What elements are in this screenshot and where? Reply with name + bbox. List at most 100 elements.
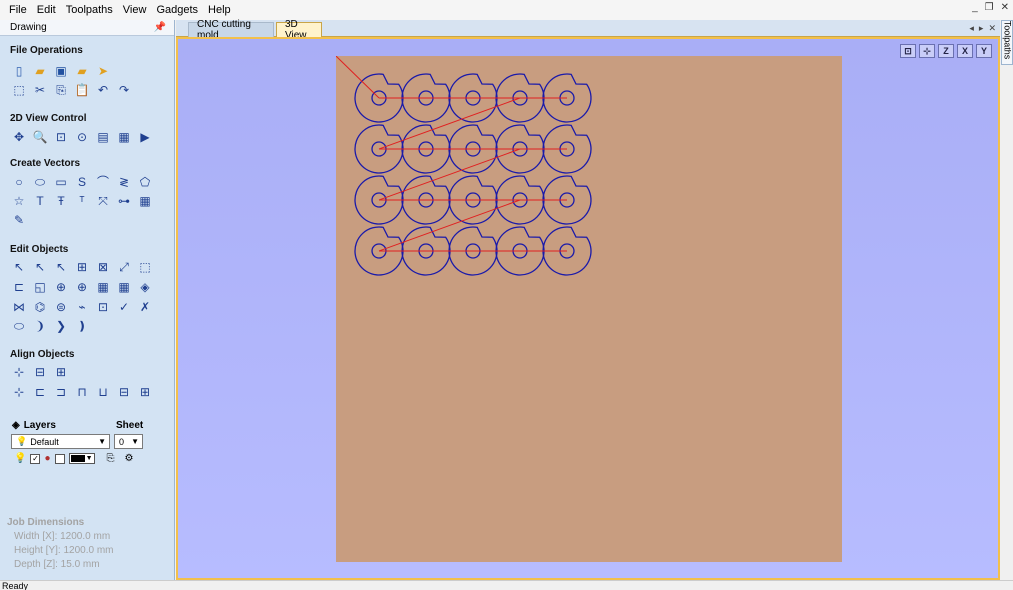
align-center-icon[interactable]: ⊹ <box>10 363 28 381</box>
zoom-window-icon[interactable]: ▤ <box>94 128 112 146</box>
layer-color-select[interactable]: ▼ <box>68 453 95 464</box>
offset-icon[interactable]: ⋈ <box>10 298 28 316</box>
curve-icon[interactable]: ≷ <box>115 173 133 191</box>
dimension-icon[interactable]: ⊶ <box>115 192 133 210</box>
align-left-icon[interactable]: ⊏ <box>31 383 49 401</box>
align-horizontal-icon[interactable]: ⊟ <box>31 363 49 381</box>
minimize-icon[interactable]: _ <box>972 2 978 13</box>
pan-icon[interactable]: ✥ <box>10 128 28 146</box>
menu-help[interactable]: Help <box>203 0 236 20</box>
menu-gadgets[interactable]: Gadgets <box>151 0 203 20</box>
close-vector-icon[interactable]: ❩ <box>31 317 49 335</box>
measure-icon[interactable]: ⊞ <box>73 258 91 276</box>
flip-icon[interactable]: ⊕ <box>73 278 91 296</box>
align-right-icon[interactable]: ⊐ <box>52 383 70 401</box>
boundary-icon[interactable]: ⬭ <box>10 317 28 335</box>
align-top-icon[interactable]: ⊓ <box>73 383 91 401</box>
lightbulb-icon[interactable]: 💡 <box>14 453 26 464</box>
transform-icon[interactable]: ↖ <box>52 258 70 276</box>
extend-icon[interactable]: ⤢ <box>115 258 133 276</box>
smooth-icon[interactable]: ⌁ <box>73 298 91 316</box>
mirror-icon[interactable]: ⊕ <box>52 278 70 296</box>
save-icon[interactable]: ▣ <box>52 62 70 80</box>
layer-visible-checkbox[interactable]: ✓ <box>30 453 41 464</box>
select-all-icon[interactable]: ⬚ <box>10 81 28 99</box>
curve-fit-icon[interactable]: ✓ <box>115 298 133 316</box>
menu-view[interactable]: View <box>118 0 152 20</box>
new-file-icon[interactable]: ▯ <box>10 62 28 80</box>
trim-icon[interactable]: ⊠ <box>94 258 112 276</box>
redo-icon[interactable]: ↷ <box>115 81 133 99</box>
view-layout-icon[interactable]: ▦ <box>115 128 133 146</box>
align-vertical-icon[interactable]: ⊞ <box>52 363 70 381</box>
text-on-curve-icon[interactable]: ᵀ <box>73 192 91 210</box>
select-icon[interactable]: ↖ <box>10 258 28 276</box>
draw-tool-icon[interactable]: ✎ <box>10 211 28 229</box>
scale-icon[interactable]: ⬚ <box>136 258 154 276</box>
tab-close-icon[interactable]: ✕ <box>988 23 996 34</box>
file-operations-title: File Operations <box>10 45 83 56</box>
view-extents-icon[interactable]: ⊡ <box>900 44 916 58</box>
layer-option-checkbox[interactable] <box>54 453 65 464</box>
3d-viewport[interactable]: ⊡ ⊹ Z X Y <box>176 37 1000 580</box>
view-x-button[interactable]: X <box>957 44 973 58</box>
node-select-icon[interactable]: ↖ <box>31 258 49 276</box>
spline-icon[interactable]: ⊡ <box>94 298 112 316</box>
restore-icon[interactable]: ❐ <box>985 2 994 13</box>
lead-in-icon[interactable]: ❫ <box>73 317 91 335</box>
tab-icon[interactable]: ❯ <box>52 317 70 335</box>
undo-icon[interactable]: ↶ <box>94 81 112 99</box>
distribute-horizontal-icon[interactable]: ⊟ <box>115 383 133 401</box>
paste-icon[interactable]: 📋 <box>73 81 91 99</box>
iso-view-icon[interactable]: ⊹ <box>919 44 935 58</box>
tab-scroll-left-icon[interactable]: ◂ <box>969 23 974 34</box>
circle-icon[interactable]: ○ <box>10 173 28 191</box>
text-icon[interactable]: T <box>31 192 49 210</box>
group-icon[interactable]: ▦ <box>94 278 112 296</box>
join-icon[interactable]: ⌬ <box>31 298 49 316</box>
view-z-button[interactable]: Z <box>938 44 954 58</box>
import-arrow-icon[interactable]: ➤ <box>94 62 112 80</box>
polyline-icon[interactable]: S <box>73 173 91 191</box>
pin-icon[interactable]: 📌 <box>154 22 166 33</box>
open-folder-icon[interactable]: ▰ <box>31 62 49 80</box>
ellipse-icon[interactable]: ⬭ <box>31 173 49 191</box>
move-icon[interactable]: ⊏ <box>10 278 28 296</box>
array-icon[interactable]: ▦ <box>136 192 154 210</box>
align-page-center-icon[interactable]: ⊹ <box>10 383 28 401</box>
rotate-icon[interactable]: ◱ <box>31 278 49 296</box>
star-icon[interactable]: ☆ <box>10 192 28 210</box>
import-folder-icon[interactable]: ▰ <box>73 62 91 80</box>
weld-icon[interactable]: ◈ <box>136 278 154 296</box>
layer-settings-icon[interactable]: ⚙ <box>125 453 134 464</box>
zoom-selection-icon[interactable]: ⊙ <box>73 128 91 146</box>
copy-icon[interactable]: ⎘ <box>52 81 70 99</box>
toolpaths-side-tab[interactable]: Toolpaths <box>1001 20 1013 65</box>
distribute-vertical-icon[interactable]: ⊞ <box>136 383 154 401</box>
layer-lock-icon[interactable]: ● <box>44 453 50 464</box>
close-icon[interactable]: ✕ <box>1001 2 1009 13</box>
menu-edit[interactable]: Edit <box>32 0 61 20</box>
text-frame-icon[interactable]: Ŧ <box>52 192 70 210</box>
tools-icon[interactable]: ✗ <box>136 298 154 316</box>
tab-scroll-right-icon[interactable]: ▸ <box>979 23 984 34</box>
tab-3d-view[interactable]: 3D View <box>276 19 322 41</box>
sheet-select[interactable]: 0 ▼ <box>114 434 143 449</box>
ungroup-icon[interactable]: ▦ <box>115 278 133 296</box>
tab-cnc-cutting-mold[interactable]: CNC cutting mold <box>188 19 274 41</box>
node-edit-icon[interactable]: ⤧ <box>94 192 112 210</box>
zoom-extents-icon[interactable]: ⊡ <box>52 128 70 146</box>
cut-icon[interactable]: ✂ <box>31 81 49 99</box>
arc-icon[interactable]: ⌒ <box>94 173 112 191</box>
rectangle-icon[interactable]: ▭ <box>52 173 70 191</box>
fillet-icon[interactable]: ⊜ <box>52 298 70 316</box>
align-bottom-icon[interactable]: ⊔ <box>94 383 112 401</box>
zoom-icon[interactable]: 🔍 <box>31 128 49 146</box>
layer-select[interactable]: 💡 Default ▼ <box>11 434 110 449</box>
layer-manager-icon[interactable]: ⎘ <box>107 453 115 464</box>
view-y-button[interactable]: Y <box>976 44 992 58</box>
menu-file[interactable]: File <box>4 0 32 20</box>
view-mode-icon[interactable]: ▶ <box>136 128 154 146</box>
menu-toolpaths[interactable]: Toolpaths <box>61 0 118 20</box>
polygon-icon[interactable]: ⬠ <box>136 173 154 191</box>
